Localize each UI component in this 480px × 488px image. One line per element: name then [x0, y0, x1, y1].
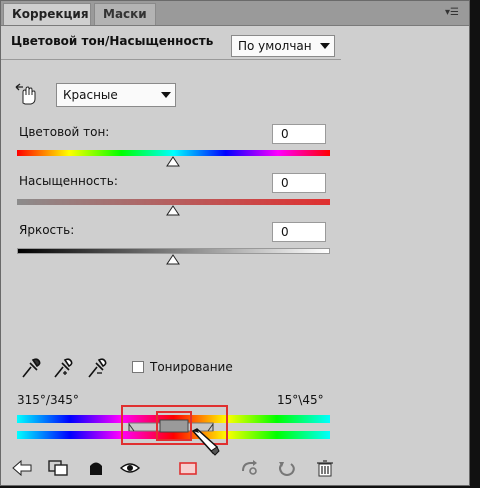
- trash-icon[interactable]: [314, 459, 336, 477]
- chevron-down-icon: [320, 43, 330, 49]
- hue-slider-thumb[interactable]: [166, 156, 180, 168]
- panel-title: Цветовой тон/Насыщенность: [11, 34, 214, 48]
- reset-view-icon[interactable]: [177, 459, 199, 477]
- lightness-label: Яркость:: [19, 223, 75, 237]
- channel-value: Красные: [63, 88, 118, 102]
- channel-dropdown[interactable]: Красные: [56, 83, 176, 107]
- hue-input[interactable]: 0: [272, 124, 326, 144]
- tab-masks[interactable]: Маски: [94, 3, 156, 25]
- chevron-down-icon: [161, 92, 171, 98]
- bottom-toolbar: [1, 455, 469, 487]
- eyedropper-minus-icon[interactable]: [85, 357, 109, 379]
- eyedropper-plus-icon[interactable]: [51, 357, 75, 379]
- eye-icon[interactable]: [119, 459, 141, 477]
- mask-icon[interactable]: [85, 459, 107, 477]
- colorize-checkbox[interactable]: [132, 361, 144, 373]
- hand-target-icon[interactable]: [13, 83, 39, 105]
- clip-layer-icon[interactable]: [47, 459, 69, 477]
- panel-menu-icon[interactable]: ▾☰: [441, 7, 463, 21]
- colorize-label: Тонирование: [150, 360, 233, 374]
- preset-dropdown[interactable]: По умолчан: [231, 35, 335, 57]
- saturation-label: Насыщенность:: [19, 174, 118, 188]
- cursor-pointer-icon: [191, 428, 220, 456]
- preset-value: По умолчан: [238, 39, 312, 53]
- lightness-input[interactable]: 0: [272, 222, 326, 242]
- tab-bar: Коррекция Маски ▾☰: [1, 1, 469, 26]
- eyedropper-icon[interactable]: [19, 357, 43, 379]
- back-arrow-icon[interactable]: [11, 459, 33, 477]
- adjustments-panel: Коррекция Маски ▾☰ Цветовой тон/Насыщенн…: [0, 0, 470, 486]
- cycle-icon[interactable]: [239, 459, 261, 477]
- undo-icon[interactable]: [276, 459, 298, 477]
- divider: [1, 59, 341, 60]
- range-right-value: 15°\45°: [277, 393, 324, 407]
- saturation-slider-thumb[interactable]: [166, 205, 180, 217]
- range-left-value: 315°/345°: [17, 393, 79, 407]
- tab-adjustments[interactable]: Коррекция: [3, 3, 91, 25]
- highlight-box-inner: [156, 411, 192, 441]
- saturation-input[interactable]: 0: [272, 173, 326, 193]
- hue-label: Цветовой тон:: [19, 125, 110, 139]
- lightness-slider-thumb[interactable]: [166, 254, 180, 266]
